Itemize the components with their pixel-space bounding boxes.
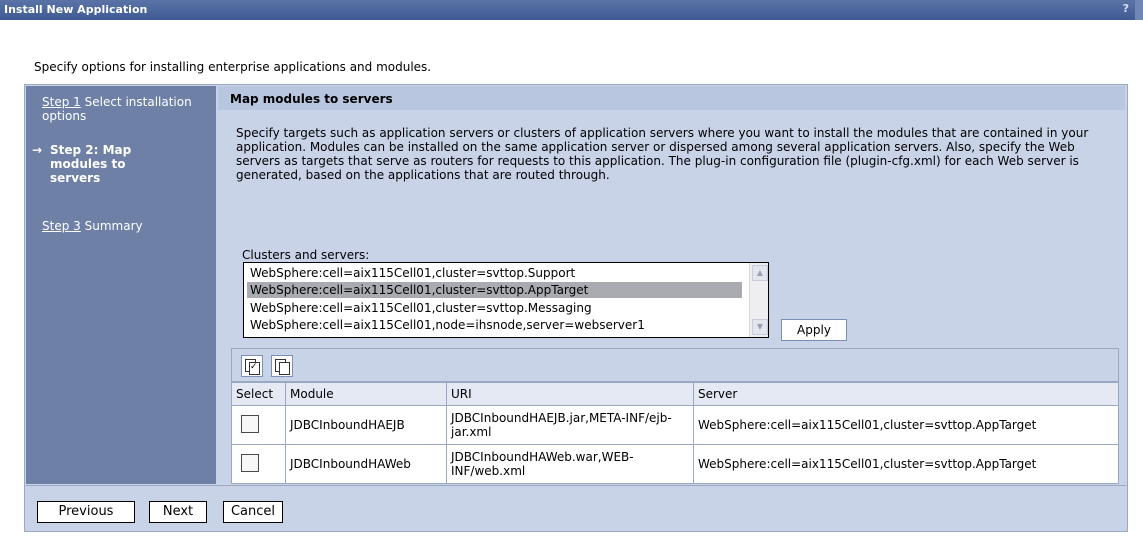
wizard-container: Step 1 Select installation options → Step…	[24, 84, 1128, 532]
row-checkbox[interactable]	[241, 414, 259, 433]
step-2-current: → Step 2: Map modules to servers	[32, 143, 212, 185]
scroll-up-icon[interactable]: ▲	[752, 265, 768, 281]
cluster-option[interactable]: WebSphere:cell=aix115Cell01,cluster=svtt…	[247, 265, 742, 281]
panel-body: Specify targets such as application serv…	[218, 110, 1125, 484]
col-header-select: Select	[231, 382, 286, 406]
main-panel: Map modules to servers Specify targets s…	[218, 86, 1125, 484]
col-header-module: Module	[285, 382, 447, 406]
table-row: JDBCInboundHAWeb JDBCInboundHAWeb.war,WE…	[231, 444, 1119, 484]
clusters-listbox[interactable]: WebSphere:cell=aix115Cell01,cluster=svtt…	[243, 262, 769, 338]
intro-text: Specify options for installing enterpris…	[34, 60, 432, 74]
step-1: Step 1 Select installation options	[42, 95, 212, 123]
row-checkbox[interactable]	[241, 453, 259, 472]
title-bar: Install New Application ?	[0, 0, 1143, 20]
col-header-uri: URI	[446, 382, 694, 406]
panel-header: Map modules to servers	[218, 86, 1125, 110]
scroll-down-icon[interactable]: ▼	[752, 319, 768, 335]
cluster-option-selected[interactable]: WebSphere:cell=aix115Cell01,cluster=svtt…	[247, 282, 742, 298]
step-1-link[interactable]: Step 1	[42, 95, 81, 109]
clusters-label: Clusters and servers:	[242, 248, 370, 262]
step-3-label: Summary	[84, 219, 143, 233]
module-cell: JDBCInboundHAWeb	[285, 444, 447, 484]
help-icon[interactable]: ?	[1123, 2, 1129, 15]
panel-title: Map modules to servers	[230, 92, 393, 106]
uri-cell: JDBCInboundHAEJB.jar,META-INF/ejb-jar.xm…	[446, 405, 694, 445]
minimize-button[interactable]	[1135, 0, 1143, 20]
server-cell: WebSphere:cell=aix115Cell01,cluster=svtt…	[693, 444, 1119, 484]
modules-table: ✓ Select Module URI Server JDBCInboundHA…	[231, 348, 1119, 484]
window-title: Install New Application	[4, 3, 148, 16]
wizard-steps-nav: Step 1 Select installation options → Step…	[26, 86, 216, 484]
next-button[interactable]: Next	[149, 501, 207, 523]
table-toolbar: ✓	[231, 348, 1119, 382]
apply-button[interactable]: Apply	[781, 319, 847, 341]
server-cell: WebSphere:cell=aix115Cell01,cluster=svtt…	[693, 405, 1119, 445]
cluster-option[interactable]: WebSphere:cell=aix115Cell01,cluster=svtt…	[247, 300, 742, 316]
step-3: Step 3 Summary	[42, 219, 143, 233]
cluster-option[interactable]: WebSphere:cell=aix115Cell01,node=ihsnode…	[247, 317, 742, 333]
table-row: JDBCInboundHAEJB JDBCInboundHAEJB.jar,ME…	[231, 405, 1119, 445]
wizard-footer: Previous Next Cancel	[26, 485, 1126, 531]
select-all-icon[interactable]: ✓	[241, 355, 263, 377]
deselect-all-icon[interactable]	[271, 355, 293, 377]
listbox-scrollbar[interactable]: ▲ ▼	[749, 263, 768, 337]
step-3-link[interactable]: Step 3	[42, 219, 81, 233]
previous-button[interactable]: Previous	[37, 501, 135, 523]
panel-description: Specify targets such as application serv…	[236, 126, 1089, 182]
current-step-arrow-icon: →	[32, 143, 43, 157]
step-2-label: Step 2: Map modules to servers	[50, 143, 132, 185]
uri-cell: JDBCInboundHAWeb.war,WEB-INF/web.xml	[446, 444, 694, 484]
col-header-server: Server	[693, 382, 1119, 406]
cancel-button[interactable]: Cancel	[223, 501, 283, 523]
module-cell: JDBCInboundHAEJB	[285, 405, 447, 445]
